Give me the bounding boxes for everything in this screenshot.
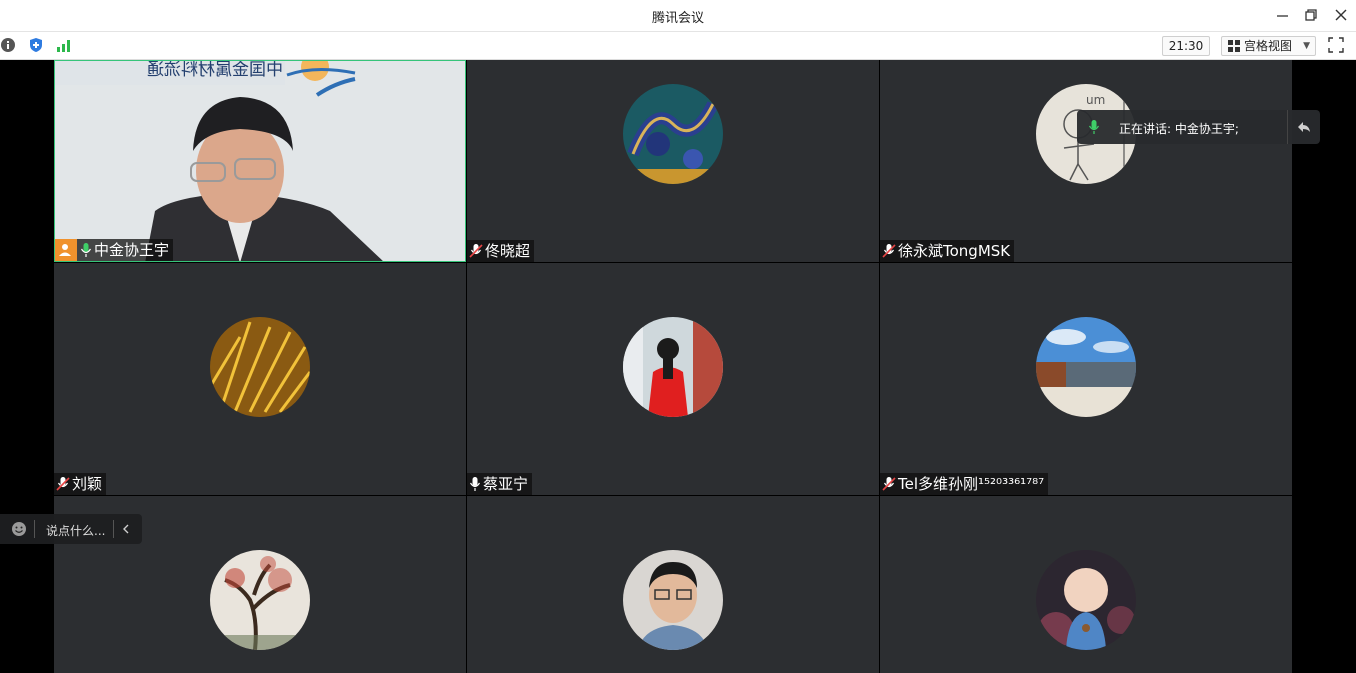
participant-avatar (623, 317, 723, 417)
video-tile[interactable]: 中国金属材料流通 中金协王宇 (54, 60, 466, 262)
window-title: 腾讯会议 (651, 11, 704, 26)
title-bar: 腾讯会议 (0, 0, 1356, 32)
divider (34, 520, 35, 538)
participant-nameplate: 佟晓超 (467, 240, 535, 262)
mic-muted-icon (882, 244, 896, 258)
participant-name: 蔡亚宁 (483, 475, 529, 493)
mic-muted-icon (56, 477, 70, 491)
restore-button[interactable] (1300, 4, 1322, 26)
chevron-left-icon[interactable] (120, 523, 132, 535)
mic-on-icon (80, 243, 92, 257)
restore-icon (1305, 9, 1317, 21)
participant-name: 佟晓超 (485, 242, 531, 260)
participant-nameplate: 蔡亚宁 (467, 473, 533, 495)
participant-name: Tel多维孙刚¹⁵²⁰³³⁶¹⁷⁸⁷ (898, 475, 1045, 493)
svg-text:um: um (1086, 93, 1105, 107)
collapse-icon[interactable] (1296, 119, 1312, 135)
view-mode-label: 宫格视图 (1244, 39, 1293, 53)
grid-view-icon (1228, 40, 1240, 52)
active-speaker-indicator: 正在讲话: 中金协王宇; (1077, 110, 1320, 144)
signal-icon[interactable] (56, 37, 72, 53)
video-tile[interactable]: 刘颖 (54, 263, 466, 495)
mic-muted-icon (882, 477, 896, 491)
participant-nameplate: Tel多维孙刚¹⁵²⁰³³⁶¹⁷⁸⁷ (880, 473, 1049, 495)
fullscreen-icon[interactable] (1328, 37, 1344, 53)
participant-avatar (210, 550, 310, 650)
participant-avatar (623, 84, 723, 184)
minimize-button[interactable] (1272, 4, 1294, 26)
mic-muted-icon (469, 244, 483, 258)
host-badge (55, 239, 77, 261)
chat-bar[interactable]: 说点什么... (0, 514, 142, 544)
divider (113, 520, 114, 538)
close-button[interactable] (1330, 4, 1352, 26)
chevron-down-icon: ▼ (1303, 41, 1310, 51)
mic-on-icon (1088, 120, 1100, 134)
video-tile[interactable]: um 徐永斌TongMSK (880, 60, 1292, 262)
participant-nameplate: 徐永斌TongMSK (880, 240, 1015, 262)
participant-nameplate: 刘颖 (54, 473, 107, 495)
toolbar: 21:30 宫格视图 ▼ (0, 32, 1356, 60)
video-tile[interactable] (880, 496, 1292, 673)
participant-video: 中国金属材料流通 (55, 61, 465, 261)
divider (1287, 110, 1288, 144)
video-tile[interactable]: 蔡亚宁 (467, 263, 879, 495)
video-grid: 中国金属材料流通 中金协王宇 佟晓超 um 徐永斌TongMSK 刘颖 蔡亚宁 … (0, 60, 1356, 673)
participant-nameplate: 中金协王宇 (55, 239, 174, 261)
svg-text:中国金属材料流通: 中国金属材料流通 (147, 61, 283, 80)
emoji-icon[interactable] (11, 521, 27, 537)
mic-on-icon (469, 477, 481, 491)
host-icon (59, 244, 71, 256)
view-mode-selector[interactable]: 宫格视图 ▼ (1221, 36, 1316, 56)
info-icon[interactable] (0, 37, 16, 53)
participant-avatar (1036, 550, 1136, 650)
close-icon (1335, 9, 1347, 21)
participant-avatar (210, 317, 310, 417)
video-tile[interactable]: Tel多维孙刚¹⁵²⁰³³⁶¹⁷⁸⁷ (880, 263, 1292, 495)
participant-name: 中金协王宇 (94, 241, 170, 259)
video-tile[interactable] (467, 496, 879, 673)
video-tile[interactable]: 佟晓超 (467, 60, 879, 262)
meeting-clock: 21:30 (1162, 36, 1210, 56)
speaking-label: 正在讲话: 中金协王宇; (1119, 122, 1239, 136)
minimize-icon (1277, 15, 1288, 17)
participant-name: 刘颖 (72, 475, 103, 493)
participant-avatar (1036, 317, 1136, 417)
participant-name: 徐永斌TongMSK (898, 242, 1011, 260)
participant-avatar (623, 550, 723, 650)
shield-icon[interactable] (28, 37, 44, 53)
chat-input[interactable]: 说点什么... (46, 522, 105, 539)
